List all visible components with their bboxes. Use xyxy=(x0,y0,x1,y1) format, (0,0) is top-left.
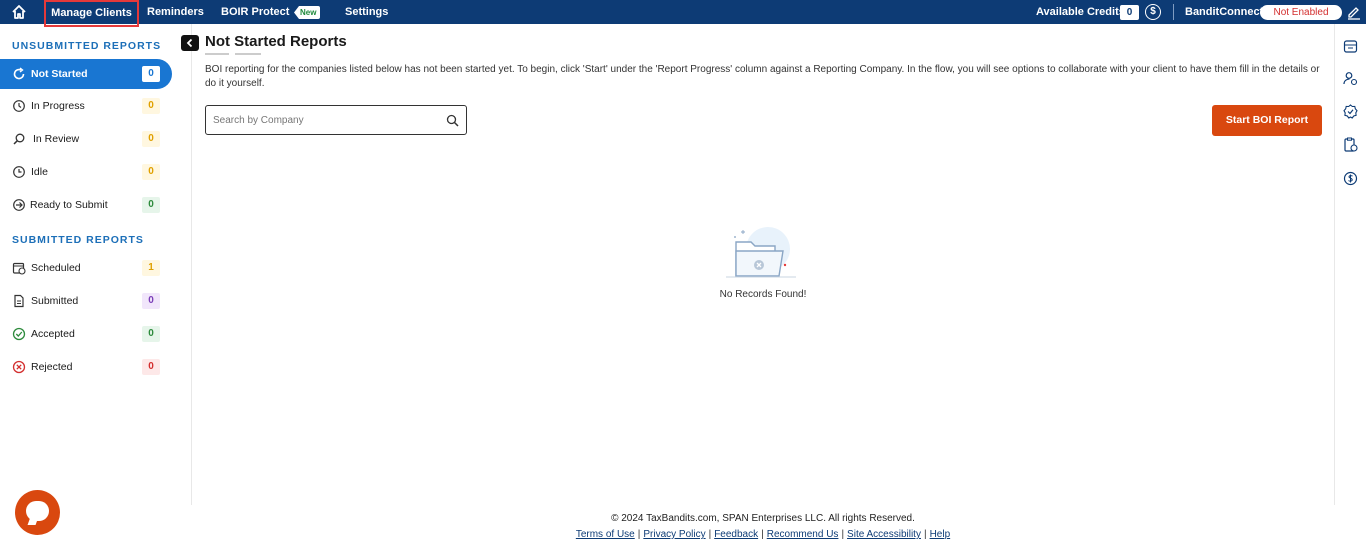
nav-reminders[interactable]: Reminders xyxy=(147,0,204,24)
empty-state-text: No Records Found! xyxy=(719,289,807,300)
sidebar-item-ready-to-submit[interactable]: Ready to Submit 0 xyxy=(0,190,172,220)
footer-link-recommend[interactable]: Recommend Us xyxy=(767,529,839,540)
nav-settings[interactable]: Settings xyxy=(345,0,388,24)
sidebar-item-label: Not Started xyxy=(31,68,88,80)
title-decoration xyxy=(205,53,229,55)
sidebar-item-label: Idle xyxy=(31,166,48,178)
title-decoration xyxy=(235,53,261,55)
unsubmitted-heading: UNSUBMITTED REPORTS xyxy=(12,40,162,52)
right-tool-rail xyxy=(1334,24,1366,505)
sidebar-item-in-review[interactable]: In Review 0 xyxy=(0,124,172,154)
edit-icon[interactable] xyxy=(1347,4,1361,20)
clock-icon xyxy=(13,166,25,178)
submitted-heading: SUBMITTED REPORTS xyxy=(12,234,144,246)
top-navbar: Manage Clients Reminders BOIR Protect Ne… xyxy=(0,0,1366,27)
separator: | xyxy=(708,529,712,540)
nav-divider xyxy=(1173,4,1174,20)
arrow-circle-icon xyxy=(13,199,25,211)
sidebar-item-label: In Review xyxy=(33,133,80,145)
chat-icon-tail xyxy=(27,517,39,525)
page-description: BOI reporting for the companies listed b… xyxy=(205,64,1320,89)
sidebar-item-rejected[interactable]: Rejected 0 xyxy=(0,352,172,382)
sidebar-item-label: Ready to Submit xyxy=(30,199,108,211)
footer-link-feedback[interactable]: Feedback xyxy=(714,529,758,540)
page-title: Not Started Reports xyxy=(205,33,347,50)
count-badge: 0 xyxy=(142,98,160,114)
sidebar-item-label: Accepted xyxy=(31,328,75,340)
document-icon xyxy=(14,294,24,308)
refresh-icon xyxy=(13,67,25,80)
home-icon[interactable] xyxy=(10,3,28,21)
clipboard-clock-icon[interactable] xyxy=(1343,137,1358,152)
x-circle-icon xyxy=(12,360,26,374)
nav-manage-clients[interactable]: Manage Clients xyxy=(44,0,139,27)
nav-boir-protect[interactable]: BOIR Protect xyxy=(221,0,289,24)
calendar-clock-icon xyxy=(12,262,26,275)
sidebar-item-not-started[interactable]: Not Started 0 xyxy=(0,59,172,89)
back-button[interactable] xyxy=(181,35,199,51)
search-input[interactable] xyxy=(213,112,433,128)
footer-links: Terms of Use | Privacy Policy | Feedback | Rec… xyxy=(440,529,1086,540)
new-badge: New xyxy=(294,6,321,19)
sidebar-item-label: Rejected xyxy=(31,361,73,373)
sidebar-item-label: Scheduled xyxy=(31,262,81,274)
verified-badge-icon[interactable] xyxy=(1343,104,1358,119)
sidebar-item-label: In Progress xyxy=(31,100,85,112)
chevron-left-icon xyxy=(186,38,193,48)
chat-button[interactable] xyxy=(15,490,60,535)
sidebar-item-accepted[interactable]: Accepted 0 xyxy=(0,319,172,349)
dollar-circle-icon[interactable] xyxy=(1343,171,1358,186)
user-settings-icon[interactable] xyxy=(1343,71,1358,86)
count-badge: 0 xyxy=(142,164,160,180)
separator: | xyxy=(923,529,927,540)
sidebar-item-idle[interactable]: Idle 0 xyxy=(0,157,172,187)
search-field[interactable] xyxy=(205,105,467,135)
count-badge: 0 xyxy=(142,131,160,147)
footer-link-help[interactable]: Help xyxy=(930,529,951,540)
search-icon xyxy=(13,133,25,145)
separator: | xyxy=(761,529,764,540)
sidebar-item-scheduled[interactable]: Scheduled 1 xyxy=(0,253,172,283)
banditconnect-status-badge[interactable]: Not Enabled xyxy=(1260,5,1342,20)
check-circle-icon xyxy=(12,327,26,341)
count-badge: 0 xyxy=(142,326,160,342)
clock-progress-icon xyxy=(13,100,25,112)
separator: | xyxy=(841,529,845,540)
start-boi-report-button[interactable]: Start BOI Report xyxy=(1212,105,1322,136)
count-badge: 1 xyxy=(142,260,160,276)
banditconnect-label: BanditConnect: xyxy=(1185,6,1267,18)
footer-link-terms[interactable]: Terms of Use xyxy=(576,529,635,540)
count-badge: 0 xyxy=(142,66,160,82)
credits-value: 0 xyxy=(1120,5,1139,20)
count-badge: 0 xyxy=(142,197,160,213)
footer-link-accessibility[interactable]: Site Accessibility xyxy=(847,529,921,540)
credits-label: Available Credits: xyxy=(1036,6,1129,18)
sidebar-item-submitted[interactable]: Submitted 0 xyxy=(0,286,172,316)
sidebar-item-in-progress[interactable]: In Progress 0 xyxy=(0,91,172,121)
separator: | xyxy=(637,529,641,540)
sidebar-item-label: Submitted xyxy=(31,295,79,307)
copyright-text: © 2024 TaxBandits.com, SPAN Enterprises … xyxy=(611,513,915,524)
count-badge: 0 xyxy=(142,293,160,309)
count-badge: 0 xyxy=(142,359,160,375)
sidebar: UNSUBMITTED REPORTS Not Started 0 In Pro… xyxy=(0,24,192,505)
inbox-icon[interactable] xyxy=(1343,39,1358,54)
search-icon[interactable] xyxy=(446,114,459,127)
footer-link-privacy[interactable]: Privacy Policy xyxy=(643,529,705,540)
buy-credits-icon[interactable]: $ xyxy=(1145,4,1161,20)
empty-folder-icon xyxy=(726,227,796,278)
